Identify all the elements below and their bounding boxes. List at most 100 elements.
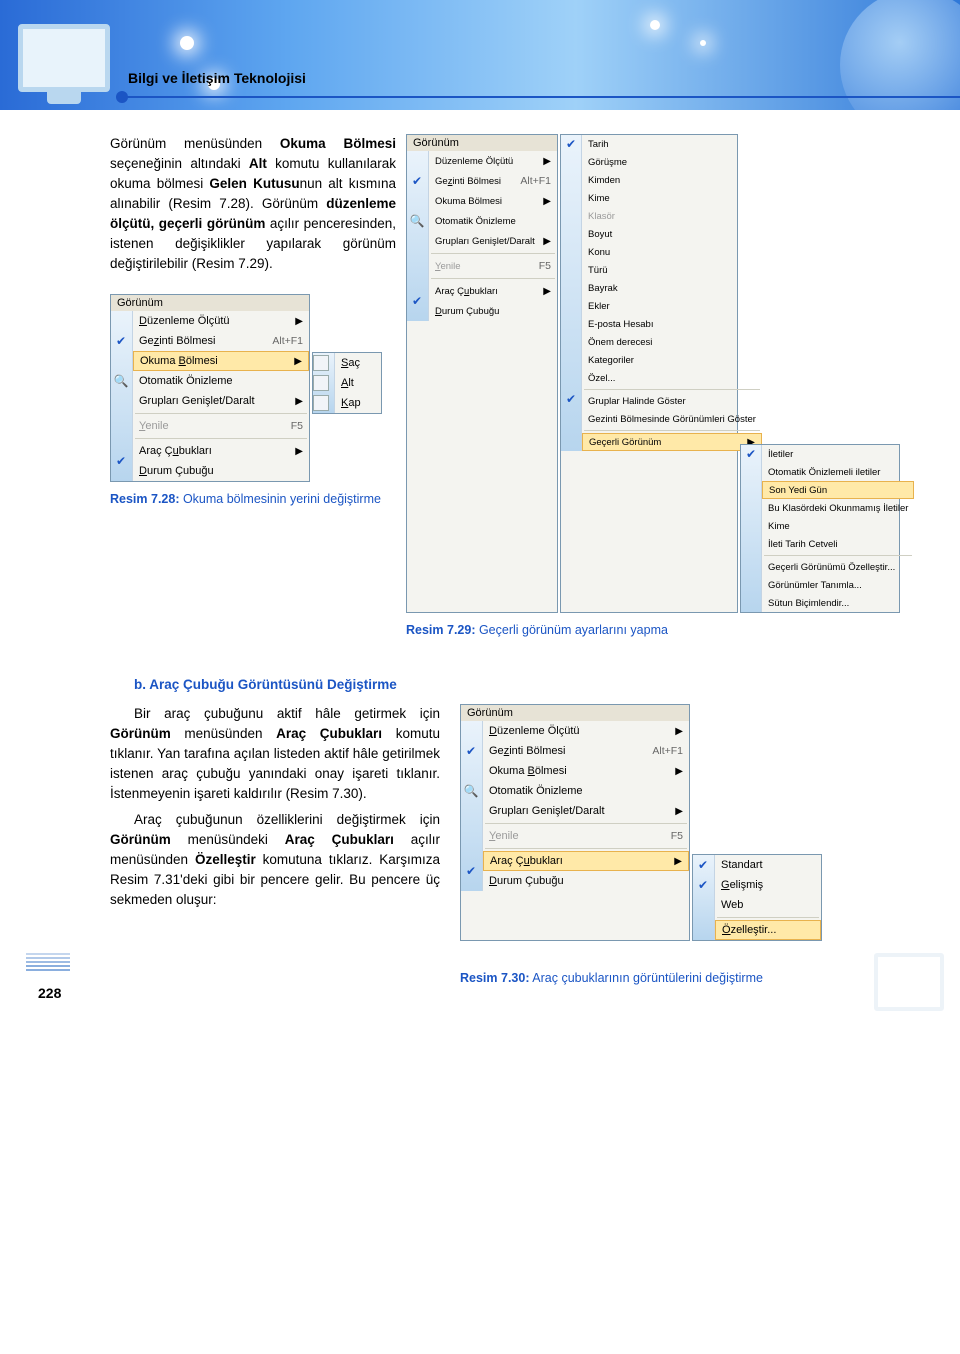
caption-730: Resim 7.30: Araç çubuklarının görüntüler… bbox=[460, 971, 900, 985]
caption-729: Resim 7.29: Geçerli görünüm ayarlarını y… bbox=[406, 623, 900, 637]
paragraph-4: Araç çubuğunun özelliklerini değiştirmek… bbox=[110, 810, 440, 910]
menu-item[interactable]: Sütun Biçimlendir... bbox=[762, 594, 914, 612]
decoration-bubble bbox=[650, 20, 660, 30]
menu-item-ozellestir[interactable]: Özelleştir... bbox=[715, 920, 821, 940]
check-icon: ✔ bbox=[111, 451, 131, 471]
arrow-right-icon: ▶ bbox=[295, 446, 303, 457]
arrow-right-icon: ▶ bbox=[675, 766, 683, 777]
page-decoration bbox=[26, 953, 70, 973]
check-icon: ✔ bbox=[461, 861, 481, 881]
arrow-right-icon: ▶ bbox=[295, 316, 303, 327]
check-icon: ✔ bbox=[461, 741, 481, 761]
menu-title: Görünüm bbox=[111, 295, 309, 311]
menu-item[interactable]: Bu Klasördeki Okunmamış İletiler bbox=[762, 499, 914, 517]
menu-item: YenileF5 bbox=[429, 256, 557, 276]
arrow-right-icon: ▶ bbox=[675, 726, 683, 737]
menu-item[interactable]: Ekler bbox=[582, 297, 762, 315]
menu-item[interactable]: Grupları Genişlet/Daralt▶ bbox=[133, 391, 309, 411]
menu-title: Görünüm bbox=[461, 705, 689, 721]
menu-item[interactable]: Düzenleme Ölçütü▶ bbox=[429, 151, 557, 171]
menu-item-kap[interactable]: Kap bbox=[335, 393, 381, 413]
menu-item-alt[interactable]: Alt bbox=[335, 373, 381, 393]
arrow-right-icon: ▶ bbox=[295, 396, 303, 407]
menu-item[interactable]: Okuma Bölmesi▶ bbox=[483, 761, 689, 781]
check-icon: ✔ bbox=[561, 135, 581, 153]
menu-item[interactable]: Son Yedi Gün bbox=[762, 481, 914, 499]
menu-item[interactable]: Gezinti BölmesiAlt+F1 bbox=[429, 171, 557, 191]
menu-item[interactable]: İletiler bbox=[762, 445, 914, 463]
preview-icon: 🔍 bbox=[461, 781, 481, 801]
check-icon: ✔ bbox=[407, 291, 427, 311]
menu-item-sag[interactable]: Saç bbox=[335, 353, 381, 373]
menu-item-gelismis[interactable]: Gelişmiş bbox=[715, 875, 821, 895]
arrow-right-icon: ▶ bbox=[294, 356, 302, 367]
header-banner: Bilgi ve İletişim Teknolojisi bbox=[0, 0, 960, 110]
monitor-icon bbox=[18, 24, 110, 104]
menu-item[interactable]: Otomatik Önizleme bbox=[429, 211, 557, 231]
menu-item[interactable]: Gezinti BölmesiAlt+F1 bbox=[133, 331, 309, 351]
menu-item: YenileF5 bbox=[483, 826, 689, 846]
menu-title: Görünüm bbox=[407, 135, 557, 151]
menu-duzenleme-olcutu: ✔✔ TarihGörüşmeKimdenKimeKlasörBoyutKonu… bbox=[560, 134, 738, 613]
menu-item[interactable]: Otomatik Önizleme bbox=[483, 781, 689, 801]
menu-item[interactable]: Grupları Genişlet/Daralt▶ bbox=[483, 801, 689, 821]
menu-item-arac-cubuklari[interactable]: Araç Çubukları▶ bbox=[483, 851, 689, 871]
menu-item[interactable]: Araç Çubukları▶ bbox=[133, 441, 309, 461]
menu-item[interactable]: Geçerli Görünümü Özelleştir... bbox=[762, 558, 914, 576]
menu-item[interactable]: Düzenleme Ölçütü▶ bbox=[133, 311, 309, 331]
menu-item[interactable]: Okuma Bölmesi▶ bbox=[429, 191, 557, 211]
layout-icon bbox=[313, 353, 333, 373]
paragraph-1: Görünüm menüsünden Okuma Bölmesi seçeneğ… bbox=[110, 134, 396, 274]
section-heading: b. Araç Çubuğu Görüntüsünü Değiştirme bbox=[134, 677, 900, 692]
menu-item[interactable]: Geçerli Görünüm▶ bbox=[582, 433, 762, 451]
menu-item-okuma-bolmesi[interactable]: Okuma Bölmesi▶ bbox=[133, 351, 309, 371]
menu-item[interactable]: Kategoriler bbox=[582, 351, 762, 369]
page-title: Bilgi ve İletişim Teknolojisi bbox=[128, 70, 306, 86]
title-rule bbox=[120, 96, 960, 98]
menu-item[interactable]: Düzenleme Ölçütü▶ bbox=[483, 721, 689, 741]
arrow-right-icon: ▶ bbox=[675, 806, 683, 817]
menu-gorunum-729a: Görünüm ✔ 🔍 ✔ Düze bbox=[406, 134, 558, 613]
menu-item[interactable]: Kimden bbox=[582, 171, 762, 189]
decoration-sphere bbox=[840, 0, 960, 110]
menu-item[interactable]: Önem derecesi bbox=[582, 333, 762, 351]
menu-item[interactable]: Grupları Genişlet/Daralt▶ bbox=[429, 231, 557, 251]
menu-item[interactable]: Görüşme bbox=[582, 153, 762, 171]
menu-item[interactable]: E-posta Hesabı bbox=[582, 315, 762, 333]
menu-item[interactable]: Durum Çubuğu bbox=[483, 871, 689, 891]
menu-item[interactable]: Durum Çubuğu bbox=[429, 301, 557, 321]
menu-item-web[interactable]: Web bbox=[715, 895, 821, 915]
menu-item[interactable]: İleti Tarih Cetveli bbox=[762, 535, 914, 553]
menu-item[interactable]: Bayrak bbox=[582, 279, 762, 297]
menu-item[interactable]: Kime bbox=[762, 517, 914, 535]
menu-item[interactable]: Özel... bbox=[582, 369, 762, 387]
menu-gecerli-gorunum: ✔ İletilerOtomatik Önizlemeli iletilerSo… bbox=[740, 444, 900, 613]
paragraph-3: Bir araç çubuğunu aktif hâle getirmek iç… bbox=[110, 704, 440, 804]
menu-gorunum-728: Görünüm ✔ 🔍 ✔ Düze bbox=[110, 294, 310, 482]
menu-item[interactable]: Otomatik Önizleme bbox=[133, 371, 309, 391]
menu-item[interactable]: Araç Çubukları▶ bbox=[429, 281, 557, 301]
check-icon: ✔ bbox=[407, 171, 427, 191]
layout-icon bbox=[313, 393, 333, 413]
submenu-arac-cubuklari: ✔ ✔ Standart Gelişmiş Web Özelleştir... bbox=[692, 854, 822, 941]
menu-item[interactable]: Gezinti Bölmesinde Görünümleri Göster bbox=[582, 410, 762, 428]
decoration-bubble bbox=[180, 36, 194, 50]
preview-icon: 🔍 bbox=[407, 211, 427, 231]
menu-item[interactable]: Kime bbox=[582, 189, 762, 207]
check-icon: ✔ bbox=[111, 331, 131, 351]
menu-item[interactable]: Konu bbox=[582, 243, 762, 261]
menu-item[interactable]: Otomatik Önizlemeli iletiler bbox=[762, 463, 914, 481]
menu-item[interactable]: Gruplar Halinde Göster bbox=[582, 392, 762, 410]
menu-item[interactable]: Boyut bbox=[582, 225, 762, 243]
menu-item-standart[interactable]: Standart bbox=[715, 855, 821, 875]
menu-item[interactable]: Durum Çubuğu bbox=[133, 461, 309, 481]
layout-icon bbox=[313, 373, 333, 393]
page-number: 228 bbox=[38, 985, 61, 1001]
menu-item[interactable]: Türü bbox=[582, 261, 762, 279]
menu-item[interactable]: Görünümler Tanımla... bbox=[762, 576, 914, 594]
menu-item[interactable]: Tarih bbox=[582, 135, 762, 153]
check-icon: ✔ bbox=[561, 390, 581, 408]
menu-item[interactable]: Gezinti BölmesiAlt+F1 bbox=[483, 741, 689, 761]
arrow-right-icon: ▶ bbox=[674, 856, 682, 867]
arrow-right-icon: ▶ bbox=[543, 196, 551, 207]
